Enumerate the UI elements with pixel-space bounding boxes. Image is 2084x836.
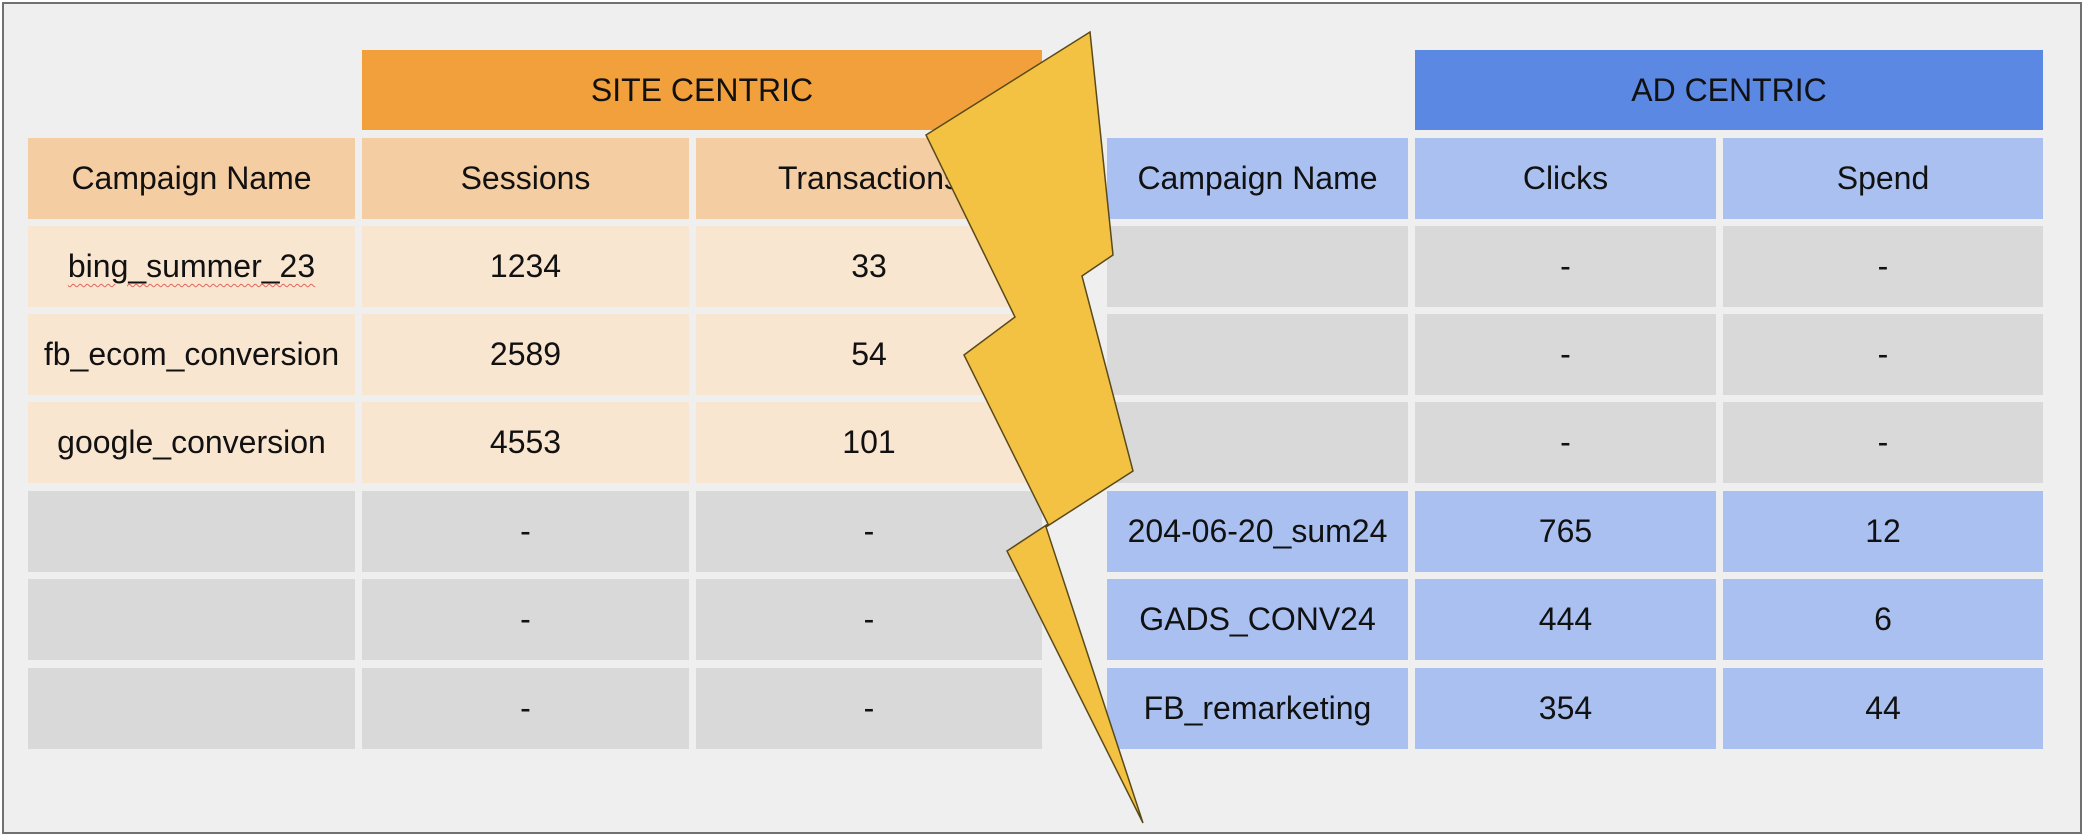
lightning-bolt-icon (925, 30, 1144, 824)
